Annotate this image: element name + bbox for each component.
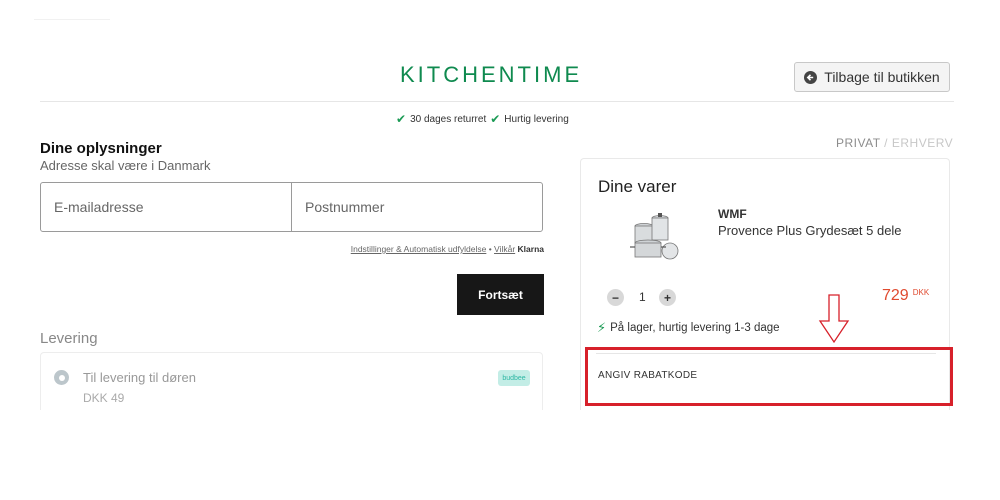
product-name: Provence Plus Grydesæt 5 dele [718, 223, 902, 238]
type-separator: / [880, 136, 892, 150]
trust-badges: ✔ 30 dages returret ✔ Hurtig levering [396, 112, 569, 126]
trust-returns: 30 dages returret [410, 113, 487, 125]
down-arrow-icon [818, 294, 850, 344]
private-option[interactable]: PRIVAT [836, 136, 880, 150]
price-amount: 729 [882, 287, 909, 304]
discount-code-toggle[interactable]: ANGIV RABATKODE [598, 370, 697, 381]
trust-delivery: Hurtig levering [504, 113, 569, 125]
postal-code-field[interactable]: Postnummer [291, 183, 542, 231]
product-price: 729 DKK [882, 287, 929, 305]
header-divider [40, 101, 954, 102]
stock-text: På lager, hurtig levering 1-3 dage [610, 322, 780, 334]
checkmark-icon: ✔ [396, 112, 407, 126]
settings-autofill-link[interactable]: Indstillinger & Automatisk udfyldelse [351, 244, 487, 254]
cart-title: Dine varer [598, 177, 677, 196]
klarna-legal-links: Indstillinger & Automatisk udfyldelse • … [300, 244, 544, 254]
checkmark-icon: ✔ [490, 112, 501, 126]
top-divider [34, 19, 110, 20]
section-title-delivery: Levering [40, 330, 98, 347]
email-field[interactable]: E-mailadresse [41, 183, 291, 231]
delivery-radio[interactable] [54, 370, 69, 385]
arrow-left-circle-icon [804, 70, 818, 84]
kitchentime-logo[interactable]: KITCHENTIME [400, 62, 580, 88]
legal-separator: • [486, 244, 495, 254]
stock-status: ⚡ På lager, hurtig levering 1-3 dage [597, 320, 780, 336]
price-currency: DKK [912, 288, 930, 297]
customer-type-switch: PRIVAT / ERHVERV [836, 136, 953, 150]
business-option[interactable]: ERHVERV [892, 136, 953, 150]
delivery-option-price: DKK 49 [83, 391, 125, 405]
quantity-value: 1 [639, 290, 646, 304]
contact-form: E-mailadresse Postnummer [40, 182, 543, 232]
section-title-info: Dine oplysninger [40, 140, 162, 157]
lightning-icon: ⚡ [597, 320, 607, 335]
klarna-label: Klarna [517, 244, 544, 254]
product-image [630, 213, 679, 260]
product-brand: WMF [718, 207, 747, 221]
budbee-logo: budbee [498, 370, 530, 386]
back-to-shop-label: Tilbage til butikken [824, 69, 940, 85]
continue-button[interactable]: Fortsæt [457, 274, 544, 315]
increase-quantity-button[interactable]: + [659, 289, 676, 306]
address-note: Adresse skal være i Danmark [40, 158, 211, 173]
back-to-shop-button[interactable]: Tilbage til butikken [794, 62, 950, 92]
terms-link[interactable]: Vilkår [494, 244, 515, 254]
page-cutoff [0, 410, 1000, 500]
decrease-quantity-button[interactable]: − [607, 289, 624, 306]
delivery-option-label: Til levering til døren [83, 370, 196, 385]
